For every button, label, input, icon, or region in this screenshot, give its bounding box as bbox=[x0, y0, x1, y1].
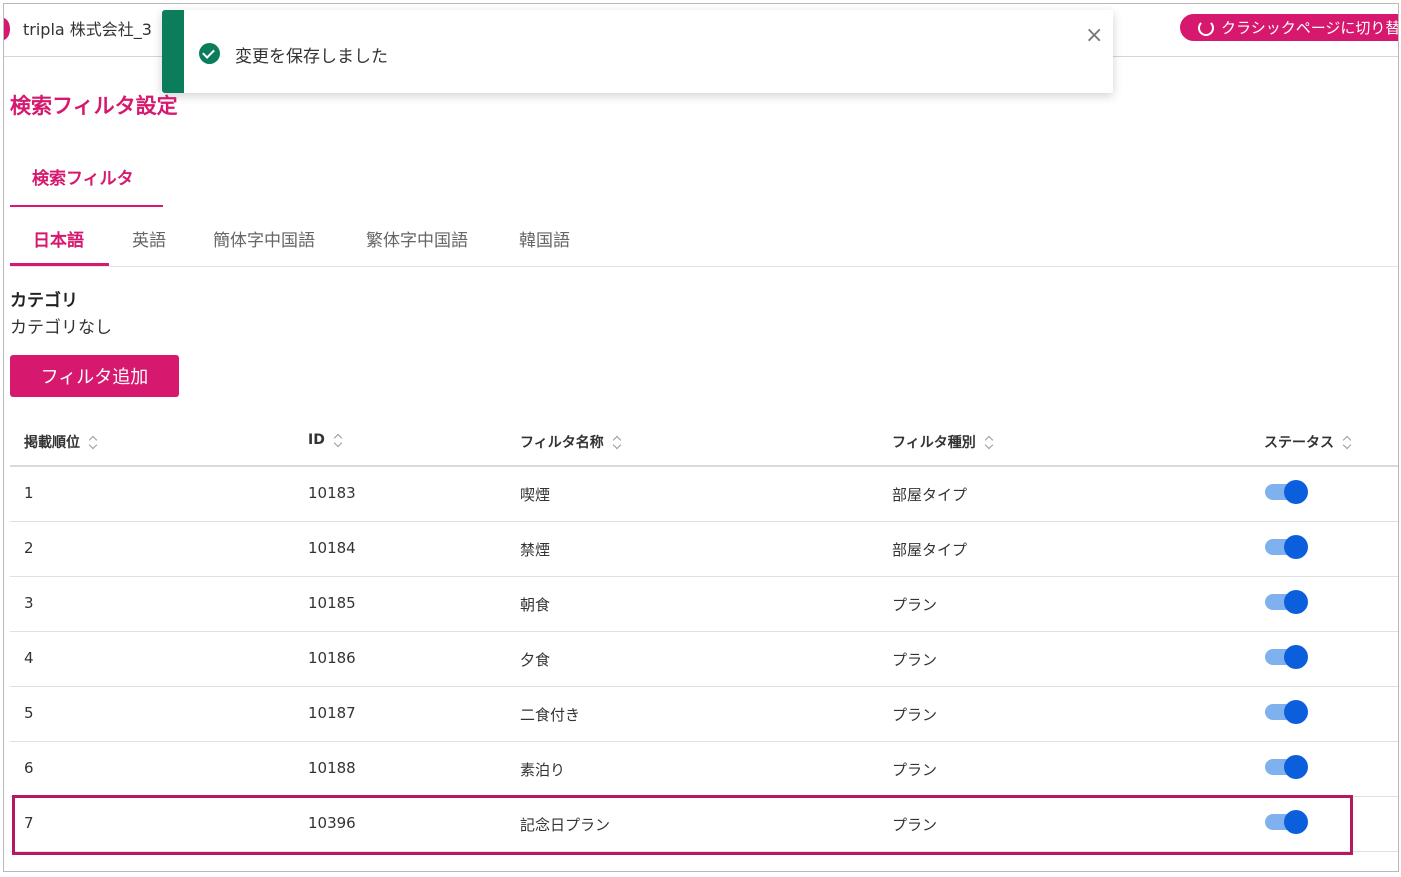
cell-filter-type: 部屋タイプ bbox=[892, 486, 968, 504]
table-row[interactable]: 7 10396 記念日プラン プラン bbox=[10, 796, 1398, 852]
cell-filter-name: 二食付き bbox=[520, 706, 581, 724]
tab-japanese[interactable]: 日本語 bbox=[33, 226, 84, 251]
cell-id: 10188 bbox=[308, 759, 356, 777]
cell-id: 10183 bbox=[308, 484, 356, 502]
toggle-knob bbox=[1284, 645, 1308, 669]
toggle-knob bbox=[1284, 590, 1308, 614]
save-success-toast: 変更を保存しました × bbox=[162, 10, 1113, 93]
status-toggle[interactable] bbox=[1265, 810, 1308, 834]
cell-filter-type: プラン bbox=[892, 816, 938, 834]
toast-accent-bar bbox=[162, 10, 184, 93]
close-icon[interactable]: × bbox=[1085, 23, 1103, 48]
cell-id: 10185 bbox=[308, 594, 356, 612]
account-name[interactable]: tripla 株式会社_3 bbox=[23, 16, 152, 40]
table-row[interactable]: 6 10188 素泊り プラン bbox=[10, 741, 1398, 797]
sort-icon[interactable] bbox=[89, 435, 97, 449]
sort-icon[interactable] bbox=[1343, 435, 1351, 449]
tab-simplified-chinese[interactable]: 簡体字中国語 bbox=[213, 226, 315, 251]
status-toggle[interactable] bbox=[1265, 755, 1308, 779]
cell-filter-name: 夕食 bbox=[520, 651, 551, 669]
table-row[interactable]: 2 10184 禁煙 部屋タイプ bbox=[10, 521, 1398, 577]
category-label: カテゴリ bbox=[10, 291, 78, 311]
refresh-icon bbox=[1198, 19, 1214, 36]
cell-filter-name: 記念日プラン bbox=[520, 816, 611, 834]
cell-order: 3 bbox=[24, 594, 34, 612]
table-row[interactable]: 1 10183 喫煙 部屋タイプ bbox=[10, 466, 1398, 522]
status-toggle[interactable] bbox=[1265, 480, 1308, 504]
column-header-filter-name-label: フィルタ名称 bbox=[520, 435, 604, 451]
cell-id: 10187 bbox=[308, 704, 356, 722]
cell-order: 1 bbox=[24, 484, 34, 502]
toggle-knob bbox=[1284, 755, 1308, 779]
tab-traditional-chinese[interactable]: 繁体字中国語 bbox=[366, 226, 468, 251]
switch-classic-page-button[interactable]: クラシックページに切り替え bbox=[1180, 14, 1399, 41]
toast-message: 変更を保存しました bbox=[235, 47, 388, 67]
column-header-status[interactable]: ステータス bbox=[1264, 432, 1351, 452]
app-frame: tripla 株式会社_3 クラシックページに切り替え 変更を保存しました × … bbox=[3, 3, 1399, 872]
tab-korean[interactable]: 韓国語 bbox=[519, 226, 570, 251]
sort-icon[interactable] bbox=[985, 435, 993, 449]
brand-logo-icon bbox=[4, 18, 10, 40]
cell-id: 10186 bbox=[308, 649, 356, 667]
sort-icon[interactable] bbox=[613, 435, 621, 449]
table-row[interactable]: 5 10187 二食付き プラン bbox=[10, 686, 1398, 742]
status-toggle[interactable] bbox=[1265, 645, 1308, 669]
page-title: 検索フィルタ設定 bbox=[10, 94, 178, 118]
cell-id: 10184 bbox=[308, 539, 356, 557]
switch-classic-page-label: クラシックページに切り替え bbox=[1221, 19, 1399, 37]
language-tabs: 日本語 英語 簡体字中国語 繁体字中国語 韓国語 bbox=[10, 206, 1398, 267]
column-header-order-label: 掲載順位 bbox=[24, 435, 80, 451]
toggle-knob bbox=[1284, 535, 1308, 559]
status-toggle[interactable] bbox=[1265, 590, 1308, 614]
cell-order: 4 bbox=[24, 649, 34, 667]
status-toggle[interactable] bbox=[1265, 535, 1308, 559]
status-toggle[interactable] bbox=[1265, 700, 1308, 724]
cell-filter-name: 朝食 bbox=[520, 596, 551, 614]
column-header-status-label: ステータス bbox=[1264, 435, 1334, 451]
cell-filter-type: プラン bbox=[892, 761, 938, 779]
category-value: カテゴリなし bbox=[10, 318, 112, 338]
column-header-filter-name[interactable]: フィルタ名称 bbox=[520, 432, 621, 452]
tab-english[interactable]: 英語 bbox=[132, 226, 166, 251]
cell-order: 6 bbox=[24, 759, 34, 777]
cell-order: 7 bbox=[24, 814, 34, 832]
table-row[interactable]: 4 10186 夕食 プラン bbox=[10, 631, 1398, 687]
toggle-knob bbox=[1284, 810, 1308, 834]
cell-filter-name: 喫煙 bbox=[520, 486, 551, 504]
column-header-filter-type[interactable]: フィルタ種別 bbox=[892, 432, 993, 452]
cell-filter-type: 部屋タイプ bbox=[892, 541, 968, 559]
table-header: 掲載順位 ID フィルタ名称 フィルタ種別 ステータス bbox=[10, 422, 1398, 467]
cell-order: 5 bbox=[24, 704, 34, 722]
toggle-knob bbox=[1284, 700, 1308, 724]
table-row[interactable]: 3 10185 朝食 プラン bbox=[10, 576, 1398, 632]
column-header-filter-type-label: フィルタ種別 bbox=[892, 435, 976, 451]
cell-filter-type: プラン bbox=[892, 596, 938, 614]
column-header-order[interactable]: 掲載順位 bbox=[24, 432, 97, 452]
toggle-knob bbox=[1284, 480, 1308, 504]
active-tab-indicator bbox=[10, 263, 109, 266]
cell-filter-name: 素泊り bbox=[520, 761, 566, 779]
cell-filter-type: プラン bbox=[892, 651, 938, 669]
cell-filter-name: 禁煙 bbox=[520, 541, 551, 559]
column-header-id[interactable]: ID bbox=[308, 432, 342, 448]
tab-search-filter[interactable]: 検索フィルタ bbox=[10, 144, 163, 207]
column-header-id-label: ID bbox=[308, 432, 325, 448]
tab-search-filter-label: 検索フィルタ bbox=[32, 169, 134, 189]
cell-filter-type: プラン bbox=[892, 706, 938, 724]
check-circle-icon bbox=[199, 43, 220, 64]
sort-icon[interactable] bbox=[334, 433, 342, 447]
cell-id: 10396 bbox=[308, 814, 356, 832]
add-filter-button[interactable]: フィルタ追加 bbox=[10, 355, 179, 397]
cell-order: 2 bbox=[24, 539, 34, 557]
